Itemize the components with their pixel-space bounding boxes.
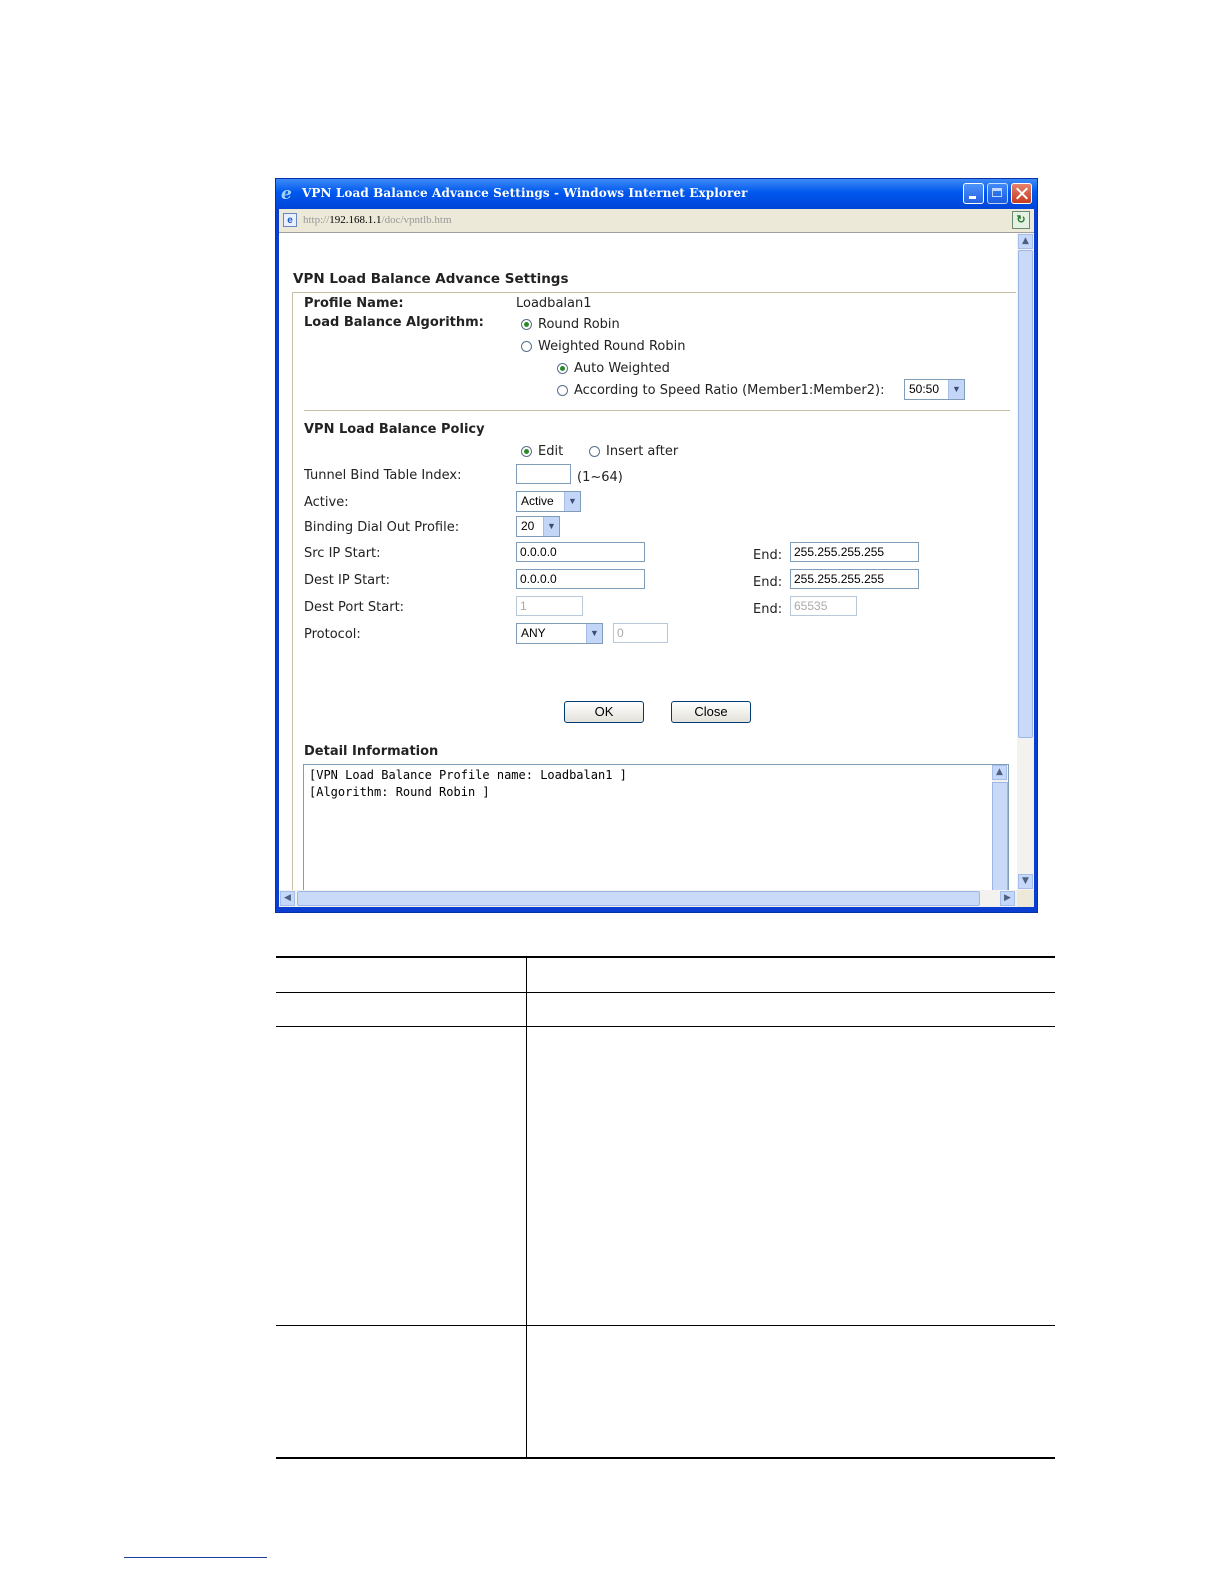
active-select[interactable]: Active ▼ <box>516 491 581 512</box>
maximize-button[interactable] <box>987 183 1008 204</box>
page-content: VPN Load Balance Advance Settings Profil… <box>279 233 1017 890</box>
page-icon: e <box>283 213 297 227</box>
dest-ip-start-input[interactable]: 0.0.0.0 <box>516 569 645 589</box>
protocol-number-input[interactable]: 0 <box>613 623 668 643</box>
speed-ratio-value: 50:50 <box>909 382 940 396</box>
scroll-up-icon[interactable]: ▲ <box>1018 234 1033 249</box>
browser-window: e VPN Load Balance Advance Settings - Wi… <box>275 178 1038 913</box>
internet-explorer-icon: e <box>281 184 292 204</box>
vertical-scrollbar[interactable]: ▲ ▼ <box>1017 233 1034 890</box>
active-select-value: Active <box>521 494 554 508</box>
detail-information-textarea[interactable]: [VPN Load Balance Profile name: Loadbala… <box>303 764 1009 890</box>
tunnel-index-input[interactable] <box>516 464 571 484</box>
chevron-down-icon[interactable]: ▼ <box>543 517 559 536</box>
window-titlebar[interactable]: e VPN Load Balance Advance Settings - Wi… <box>276 179 1037 209</box>
detail-line: [VPN Load Balance Profile name: Loadbala… <box>309 768 627 782</box>
speed-ratio-label: According to Speed Ratio (Member1:Member… <box>574 383 885 398</box>
scroll-up-icon[interactable]: ▲ <box>992 765 1007 780</box>
scroll-right-icon[interactable]: ▶ <box>1000 891 1015 906</box>
table-row-divider <box>276 1026 1055 1027</box>
auto-weighted-label: Auto Weighted <box>574 361 670 376</box>
speed-ratio-select[interactable]: 50:50 ▼ <box>904 379 965 400</box>
dest-ip-end-label: End: <box>753 575 783 590</box>
table-column-divider <box>526 957 527 1458</box>
auto-weighted-radio[interactable] <box>557 363 568 374</box>
algorithm-label: Load Balance Algorithm: <box>304 315 484 330</box>
edit-label: Edit <box>538 444 564 459</box>
binding-profile-select[interactable]: 20 ▼ <box>516 516 560 537</box>
vertical-scroll-thumb[interactable] <box>1018 250 1033 738</box>
binding-profile-label: Binding Dial Out Profile: <box>304 520 460 535</box>
footer-rule <box>124 1557 267 1558</box>
url-path: /doc/vpntlb.htm <box>381 214 452 226</box>
section-divider <box>304 410 1010 411</box>
address-bar[interactable]: e http://192.168.1.1/doc/vpntlb.htm ↻ <box>279 209 1034 233</box>
protocol-select[interactable]: ANY ▼ <box>516 623 603 644</box>
weighted-round-robin-radio[interactable] <box>521 341 532 352</box>
dest-port-end-label: End: <box>753 602 783 617</box>
left-border <box>292 292 293 890</box>
detail-line: [Algorithm: Round Robin ] <box>309 785 490 799</box>
scroll-corner <box>1017 890 1034 907</box>
dest-port-label: Dest Port Start: <box>304 600 405 615</box>
profile-name-value: Loadbalan1 <box>516 296 592 311</box>
active-label: Active: <box>304 495 349 510</box>
close-window-button[interactable] <box>1011 183 1032 204</box>
dest-ip-label: Dest IP Start: <box>304 573 390 588</box>
insert-after-radio[interactable] <box>589 446 600 457</box>
detail-scroll-thumb[interactable] <box>992 782 1008 890</box>
detail-information-heading: Detail Information <box>304 744 439 759</box>
edit-radio[interactable] <box>521 446 532 457</box>
weighted-round-robin-label: Weighted Round Robin <box>538 339 686 354</box>
dest-port-end-input[interactable]: 65535 <box>790 596 857 616</box>
close-button[interactable]: Close <box>671 701 751 723</box>
chevron-down-icon[interactable]: ▼ <box>564 492 580 511</box>
insert-after-label: Insert after <box>606 444 679 459</box>
horizontal-scroll-thumb[interactable] <box>297 891 980 906</box>
scroll-down-icon[interactable]: ▼ <box>1018 874 1033 889</box>
src-ip-label: Src IP Start: <box>304 546 381 561</box>
horizontal-scrollbar[interactable]: ◀ ▶ <box>279 890 1017 907</box>
dest-port-start-input[interactable]: 1 <box>516 596 583 616</box>
table-bottom-rule <box>276 1457 1055 1459</box>
protocol-label: Protocol: <box>304 627 361 642</box>
detail-scrollbar[interactable]: ▲ <box>992 765 1008 890</box>
tunnel-index-range: (1~64) <box>577 470 623 485</box>
policy-heading: VPN Load Balance Policy <box>304 422 485 437</box>
chevron-down-icon[interactable]: ▼ <box>948 380 964 399</box>
window-title: VPN Load Balance Advance Settings - Wind… <box>302 186 748 200</box>
tunnel-index-label: Tunnel Bind Table Index: <box>304 468 462 483</box>
security-report-icon[interactable]: ↻ <box>1012 211 1030 229</box>
src-ip-end-input[interactable]: 255.255.255.255 <box>790 542 919 562</box>
scroll-left-icon[interactable]: ◀ <box>280 891 295 906</box>
round-robin-radio[interactable] <box>521 319 532 330</box>
table-top-rule <box>276 956 1055 958</box>
binding-profile-value: 20 <box>521 519 535 533</box>
table-row-divider <box>276 1325 1055 1326</box>
table-row-divider <box>276 992 1055 993</box>
url-host: 192.168.1.1 <box>329 214 382 226</box>
page-title: VPN Load Balance Advance Settings <box>293 271 569 287</box>
dest-ip-end-input[interactable]: 255.255.255.255 <box>790 569 919 589</box>
src-ip-start-input[interactable]: 0.0.0.0 <box>516 542 645 562</box>
round-robin-label: Round Robin <box>538 317 620 332</box>
speed-ratio-radio[interactable] <box>557 385 568 396</box>
url-prefix: http:// <box>303 214 330 226</box>
ok-button[interactable]: OK <box>564 701 644 723</box>
heading-divider <box>292 292 1016 293</box>
protocol-value: ANY <box>521 626 546 640</box>
src-ip-end-label: End: <box>753 548 783 563</box>
minimize-button[interactable] <box>963 183 984 204</box>
address-url[interactable]: http://192.168.1.1/doc/vpntlb.htm <box>303 214 452 226</box>
chevron-down-icon[interactable]: ▼ <box>586 624 602 643</box>
profile-name-label: Profile Name: <box>304 296 404 311</box>
